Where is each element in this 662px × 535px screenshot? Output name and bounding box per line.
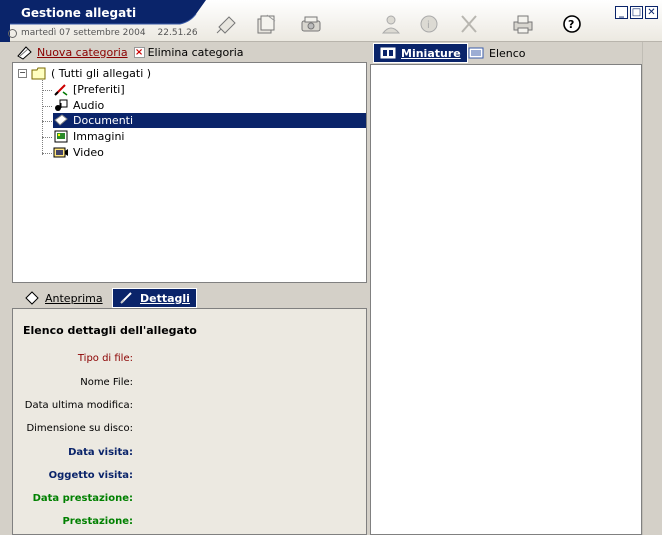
delete-category-button[interactable]: × Elimina categoria [133, 45, 244, 59]
tree-item-label: Documenti [73, 114, 134, 127]
new-document-icon[interactable] [252, 12, 278, 36]
user-icon[interactable] [378, 12, 404, 36]
tree-item-label: ( Tutti gli allegati ) [51, 67, 152, 80]
current-date: martedì 07 settembre 2004 [21, 28, 146, 38]
svg-text:?: ? [568, 18, 574, 31]
clock-icon [8, 28, 17, 38]
edit-document-icon[interactable] [214, 12, 240, 36]
folder-icon [31, 67, 46, 80]
tab-preview-label: Anteprima [45, 291, 103, 305]
tree-item-images[interactable]: Immagini [53, 129, 124, 144]
tree-item-audio[interactable]: Audio [53, 98, 104, 113]
label-disk-size: Dimensione su disco: [26, 423, 133, 434]
scanner-icon[interactable] [298, 12, 324, 36]
window-controls: _ □ ✕ [615, 6, 658, 19]
label-file-name: Nome File: [80, 377, 133, 388]
document-icon [54, 114, 68, 126]
help-icon[interactable]: ? [559, 12, 585, 36]
attachments-view[interactable] [370, 64, 642, 535]
view-tab-strip: Miniature Elenco [370, 42, 642, 64]
print-icon[interactable] [510, 12, 536, 36]
details-tab-strip: Anteprima Dettagli [12, 286, 367, 308]
right-scrollbar[interactable] [642, 42, 662, 535]
tab-details[interactable]: Dettagli [112, 288, 197, 308]
tree-item-all[interactable]: ( Tutti gli allegati ) [31, 66, 151, 81]
tab-preview[interactable]: Anteprima [18, 288, 109, 308]
delete-icon: × [133, 46, 145, 58]
new-category-label: Nuova categoria [37, 45, 128, 59]
maximize-button[interactable]: □ [630, 6, 643, 19]
title-tab: Gestione allegati martedì 07 settembre 2… [0, 0, 206, 42]
delete-category-label: Elimina categoria [147, 45, 244, 59]
new-category-icon [17, 46, 32, 60]
favorites-icon [54, 84, 68, 96]
title-bar: Gestione allegati martedì 07 settembre 2… [0, 0, 662, 42]
tab-list-label: Elenco [489, 46, 526, 60]
tree-item-favorites[interactable]: [Preferiti] [53, 82, 125, 97]
tree-item-label: Audio [73, 99, 105, 112]
app-title: Gestione allegati [21, 6, 137, 20]
current-time: 22.51.26 [157, 28, 198, 38]
label-file-type: Tipo di file: [77, 353, 133, 364]
tab-details-label: Dettagli [140, 291, 190, 305]
label-visit-date: Data visita: [68, 447, 133, 458]
minimize-button[interactable]: _ [615, 6, 628, 19]
category-tree: − ( Tutti gli allegati ) [Preferiti] Aud… [12, 62, 367, 283]
label-service: Prestazione: [62, 516, 133, 527]
category-toolbar: Nuova categoria × Elimina categoria [12, 42, 367, 62]
label-service-date: Data prestazione: [32, 493, 133, 504]
tree-item-documents[interactable]: Documenti [53, 113, 366, 128]
svg-text:i: i [427, 20, 430, 31]
info-icon[interactable]: i [416, 12, 442, 36]
tab-list[interactable]: Elenco [462, 43, 532, 63]
tree-guide-line [42, 77, 43, 155]
tab-thumbnails-label: Miniature [401, 46, 461, 60]
video-icon [53, 147, 68, 158]
list-icon [468, 47, 484, 59]
label-last-modified: Data ultima modifica: [24, 400, 133, 411]
close-x-icon[interactable] [456, 12, 482, 36]
details-panel: Elenco dettagli dell'allegato Tipo di fi… [12, 308, 367, 535]
tree-item-label: [Preferiti] [73, 83, 125, 96]
details-icon [120, 292, 132, 304]
thumbnails-icon [380, 47, 396, 59]
label-visit-subject: Oggetto visita: [48, 470, 133, 481]
close-button[interactable]: ✕ [645, 6, 658, 19]
details-heading: Elenco dettagli dell'allegato [23, 324, 197, 337]
date-time: martedì 07 settembre 2004 22.51.26 [8, 28, 198, 38]
image-icon [54, 130, 68, 143]
tab-thumbnails[interactable]: Miniature [373, 43, 468, 63]
tree-item-video[interactable]: Video [53, 145, 104, 160]
preview-icon [25, 291, 39, 305]
tree-item-label: Immagini [73, 130, 125, 143]
audio-icon [55, 99, 68, 111]
new-category-button[interactable]: Nuova categoria [16, 44, 128, 60]
tree-item-label: Video [73, 146, 104, 159]
tree-collapse-toggle[interactable]: − [18, 69, 27, 78]
